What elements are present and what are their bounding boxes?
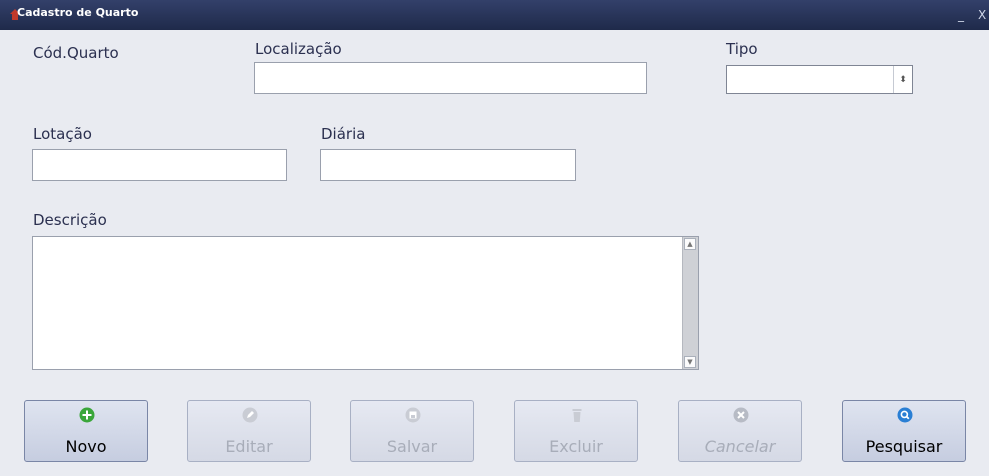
scroll-up-icon[interactable]: ▲ <box>684 238 696 250</box>
tipo-label: Tipo <box>726 40 758 58</box>
salvar-button[interactable]: Salvar <box>350 400 474 462</box>
close-button[interactable]: X <box>978 8 986 22</box>
localizacao-label: Localização <box>255 40 342 58</box>
plus-circle-icon <box>79 407 95 423</box>
x-circle-icon <box>733 407 749 423</box>
search-circle-icon <box>897 407 913 423</box>
pesquisar-button[interactable]: Pesquisar <box>842 400 966 462</box>
minimize-button[interactable]: _ <box>958 8 964 22</box>
localizacao-input[interactable] <box>254 62 647 94</box>
pencil-icon <box>242 407 258 423</box>
excluir-label: Excluir <box>549 437 603 456</box>
novo-label: Novo <box>65 437 107 456</box>
descricao-scrollbar[interactable]: ▲ ▼ <box>682 237 698 369</box>
cod-quarto-label: Cód.Quarto <box>33 44 119 62</box>
lotacao-label: Lotação <box>33 125 92 143</box>
descricao-label: Descrição <box>33 211 107 229</box>
lotacao-input[interactable] <box>32 149 287 181</box>
excluir-button[interactable]: Excluir <box>514 400 638 462</box>
diaria-label: Diária <box>321 125 366 143</box>
diaria-input[interactable] <box>320 149 576 181</box>
editar-label: Editar <box>225 437 273 456</box>
salvar-label: Salvar <box>386 437 438 456</box>
title-bar[interactable]: Cadastro de Quarto _ X <box>0 0 989 30</box>
pesquisar-label: Pesquisar <box>865 437 943 456</box>
cadastro-quarto-window: Cadastro de Quarto _ X Cód.Quarto Locali… <box>0 0 989 476</box>
novo-button[interactable]: Novo <box>24 400 148 462</box>
cancelar-label: Cancelar <box>704 437 776 456</box>
tipo-select[interactable]: ⬍ <box>726 65 913 94</box>
floppy-disk-icon <box>405 407 421 423</box>
editar-button[interactable]: Editar <box>187 400 311 462</box>
cancelar-button[interactable]: Cancelar <box>678 400 802 462</box>
trash-icon <box>572 409 582 422</box>
window-title: Cadastro de Quarto <box>17 6 139 19</box>
scroll-down-icon[interactable]: ▼ <box>684 356 696 368</box>
up-down-arrows-icon[interactable]: ⬍ <box>893 66 912 93</box>
descricao-textarea[interactable]: ▲ ▼ <box>32 236 699 370</box>
